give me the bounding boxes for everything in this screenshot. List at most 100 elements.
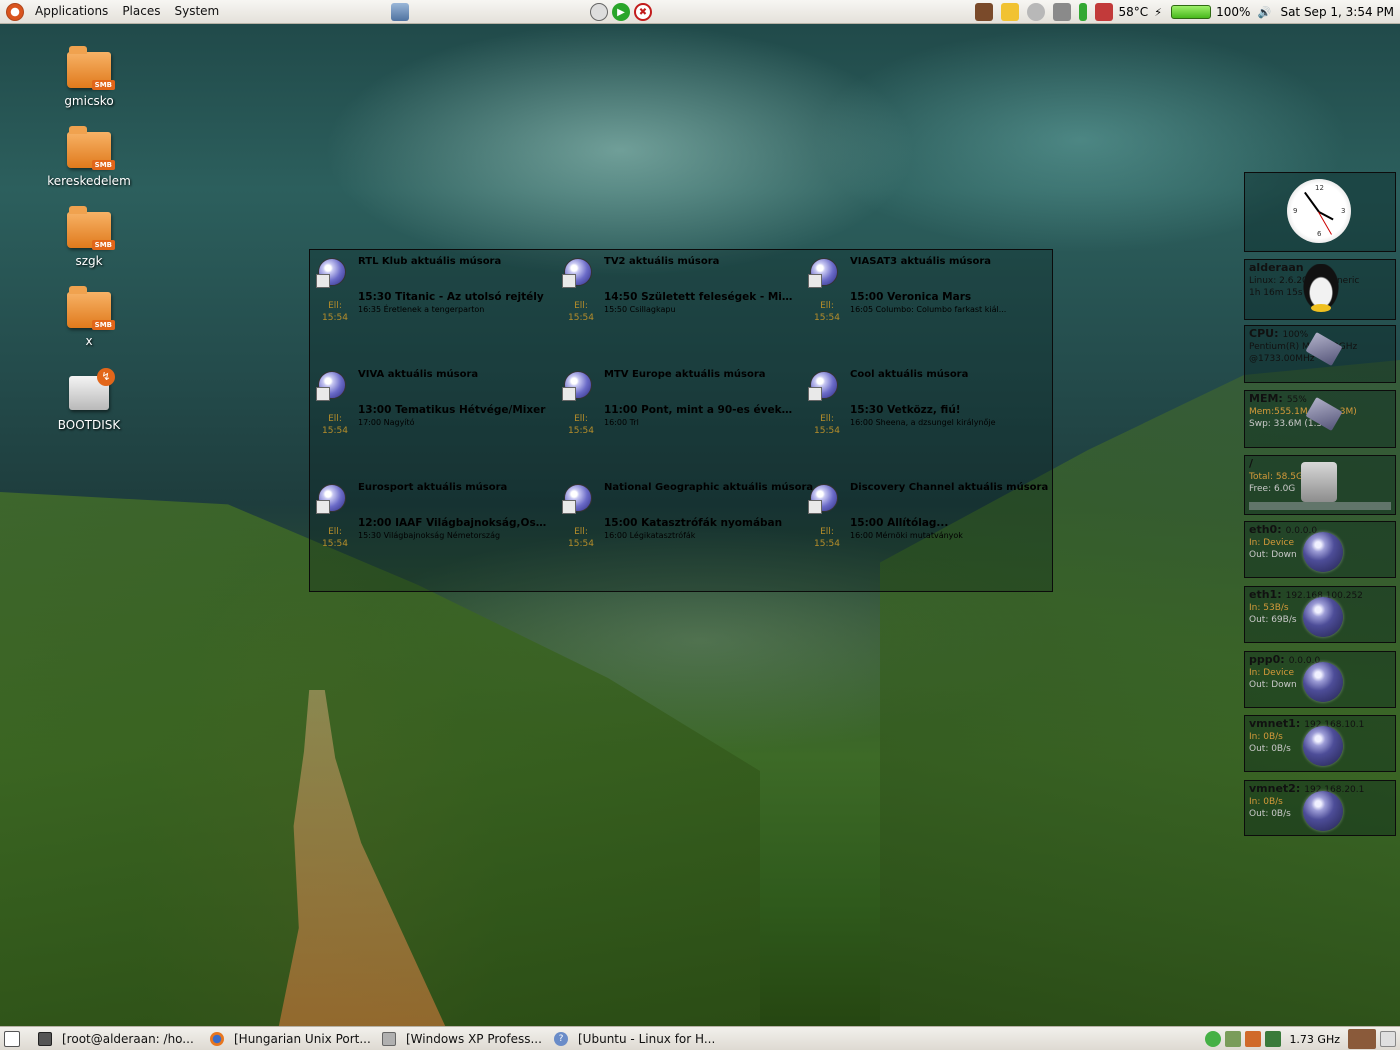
- network-folder-icon: SMB: [67, 286, 115, 330]
- network-folder-icon: SMB: [67, 46, 115, 90]
- next-show: 16:05 Columbo: Columbo farkast kiál...: [850, 305, 1007, 314]
- channel-title: Cool aktuális músora: [850, 369, 969, 380]
- network-manager-icon[interactable]: [391, 3, 409, 21]
- folder-icon[interactable]: [1001, 3, 1020, 21]
- network-folder-icon: SMB: [67, 126, 115, 170]
- battery-percent: 100%: [1216, 5, 1251, 19]
- volume-icon[interactable]: 🔊: [1255, 3, 1273, 21]
- desktop-icon-szgk[interactable]: SMB szgk: [34, 206, 144, 268]
- current-show: 15:30 Titanic - Az utolsó rejtély: [358, 291, 544, 303]
- taskbar-item[interactable]: [root@alderaan: /ho...: [32, 1028, 204, 1050]
- globe-icon: [562, 258, 592, 288]
- menu-places[interactable]: Places: [115, 0, 167, 24]
- next-show: 15:30 Világbajnokság Németország: [358, 531, 501, 540]
- iface-out: Out: 0B/s: [1249, 744, 1291, 754]
- menu-system[interactable]: System: [167, 0, 226, 24]
- desktop-icon-label: BOOTDISK: [57, 418, 121, 432]
- globe-icon: [562, 484, 592, 514]
- bottom-tray: 1.73 GHz: [1205, 1028, 1396, 1050]
- screenshot-icon[interactable]: [975, 3, 994, 21]
- printer-icon[interactable]: [1053, 3, 1072, 21]
- play-icon[interactable]: ▶: [612, 3, 630, 21]
- update-notifier-icon[interactable]: [1205, 1031, 1222, 1047]
- system-monitor-icon[interactable]: [1265, 1031, 1282, 1047]
- channel-title: VIVA aktuális músora: [358, 369, 479, 380]
- tv-channel[interactable]: Ell: 15:54 Cool aktuális músora 15:30 Vet…: [802, 363, 1042, 463]
- taskbar-item[interactable]: ? [Ubuntu - Linux for H...: [548, 1028, 720, 1050]
- taskbar-item[interactable]: [Hungarian Unix Port...: [204, 1028, 376, 1050]
- current-show: 15:00 Katasztrófák nyomában: [604, 517, 783, 529]
- clock-text[interactable]: Sat Sep 1, 3:54 PM: [1280, 5, 1394, 19]
- tv-channel[interactable]: Ell: 15:54 Eurosport aktuális músora 12:0…: [310, 476, 550, 576]
- desktop-icon-gmicsko[interactable]: SMB gmicsko: [34, 46, 144, 108]
- usb-drive-icon: ↯: [69, 368, 115, 410]
- hard-disk-icon: [1301, 462, 1337, 502]
- firefox-icon: [210, 1031, 224, 1046]
- host-monitor: alderaan Linux: 2.6.20-16-generic 1h 16m…: [1244, 259, 1396, 320]
- desktop-icon-kereskedelem[interactable]: SMB kereskedelem: [34, 126, 144, 188]
- iface-name: vmnet2:: [1249, 782, 1301, 795]
- desktop-icon-bootdisk[interactable]: ↯ BOOTDISK: [34, 368, 144, 432]
- search-icon[interactable]: [1245, 1031, 1262, 1047]
- tv-channel[interactable]: Ell: 15:54 VIASAT3 aktuális músora 15:00 …: [802, 250, 1042, 350]
- tv-channel[interactable]: Ell: 15:54 VIVA aktuális músora 13:00 Tem…: [310, 363, 550, 463]
- channel-title: TV2 aktuális músora: [604, 256, 720, 267]
- taskbar-item[interactable]: [Windows XP Profess...: [376, 1028, 548, 1050]
- next-show: 15:50 Csillagkapu: [604, 305, 676, 314]
- power-plug-icon[interactable]: ⚡: [1153, 3, 1163, 21]
- iface-in: In: 0B/s: [1249, 732, 1283, 742]
- globe-icon: [316, 258, 346, 288]
- vmware-icon: [382, 1031, 396, 1046]
- channel-title: MTV Europe aktuális músora: [604, 369, 766, 380]
- tv-channel[interactable]: Ell: 15:54 Discovery Channel aktuális mús…: [802, 476, 1048, 576]
- channel-title: Eurosport aktuális músora: [358, 482, 508, 493]
- tv-channel[interactable]: Ell: 15:54 MTV Europe aktuális músora 11:…: [556, 363, 796, 463]
- current-show: 12:00 IAAF Világbajnokság,Osaka,Jap...: [358, 517, 550, 529]
- ell-label: Ell: 15:54: [322, 414, 348, 436]
- iface-out: Out: Down: [1249, 550, 1297, 560]
- signal-icon: [1079, 3, 1088, 21]
- top-panel: Applications Places System ▶ ✖ 58°C ⚡ 10…: [0, 0, 1400, 24]
- media-player-icon[interactable]: [590, 3, 608, 21]
- iface-out: Out: 69B/s: [1249, 615, 1297, 625]
- show-desktop-icon[interactable]: [4, 1030, 20, 1047]
- drive-icon[interactable]: [1027, 3, 1046, 21]
- channel-title: VIASAT3 aktuális músora: [850, 256, 992, 267]
- tv-channel[interactable]: Ell: 15:54 National Geographic aktuális m…: [556, 476, 813, 576]
- workspace-switcher[interactable]: [1348, 1029, 1376, 1049]
- mute-icon[interactable]: ✖: [634, 3, 652, 21]
- desktop-icon-x[interactable]: SMB x: [34, 286, 144, 348]
- ell-label: Ell: 15:54: [568, 301, 594, 323]
- network-globe-icon: [1303, 726, 1343, 766]
- ubuntu-logo-icon[interactable]: [6, 2, 24, 21]
- tv-channel[interactable]: Ell: 15:54 TV2 aktuális músora 14:50 Szül…: [556, 250, 796, 350]
- network-globe-icon: [1303, 597, 1343, 637]
- iface-in: In: Device: [1249, 668, 1295, 678]
- iface-in: In: Device: [1249, 538, 1295, 548]
- current-show: 15:00 Állítólag...: [850, 517, 949, 529]
- taskbar-item-label: [root@alderaan: /ho...: [62, 1031, 194, 1046]
- menu-applications[interactable]: Applications: [28, 0, 115, 24]
- iface-name: eth1:: [1249, 588, 1282, 601]
- uptime: 1h 16m 15s: [1249, 288, 1303, 298]
- network-monitor-eth1: eth1: 192.168.100.252 In: 53B/s Out: 69B/…: [1244, 586, 1396, 643]
- help-icon: ?: [554, 1031, 568, 1046]
- desktop-icon-label: kereskedelem: [47, 174, 131, 188]
- bottom-panel: [root@alderaan: /ho... [Hungarian Unix P…: [0, 1026, 1400, 1050]
- next-show: 16:00 Mérnöki mutatványok: [850, 531, 963, 540]
- terminal-icon: [38, 1031, 52, 1046]
- network-monitor-vmnet1: vmnet1: 192.168.10.1 In: 0B/s Out: 0B/s: [1244, 715, 1396, 772]
- tv-channel[interactable]: Ell: 15:54 RTL Klub aktuális músora 15:30…: [310, 250, 550, 350]
- clipboard-icon[interactable]: [1225, 1031, 1242, 1047]
- next-show: 16:35 Éretlenek a tengerparton: [358, 305, 485, 314]
- iface-name: eth0:: [1249, 523, 1282, 536]
- trash-icon[interactable]: [1380, 1031, 1396, 1047]
- sensor-icon[interactable]: [1095, 3, 1114, 21]
- iface-name: ppp0:: [1249, 653, 1285, 666]
- battery-icon[interactable]: [1171, 5, 1212, 19]
- network-monitor-vmnet2: vmnet2: 192.168.20.1 In: 0B/s Out: 0B/s: [1244, 780, 1396, 836]
- taskbar-item-label: [Windows XP Profess...: [406, 1031, 542, 1046]
- tv-guide-widget: Ell: 15:54 RTL Klub aktuális músora 15:30…: [309, 249, 1053, 592]
- cpu-frequency-readout: 1.73 GHz: [1289, 1032, 1340, 1046]
- temperature-readout: 58°C: [1118, 5, 1149, 19]
